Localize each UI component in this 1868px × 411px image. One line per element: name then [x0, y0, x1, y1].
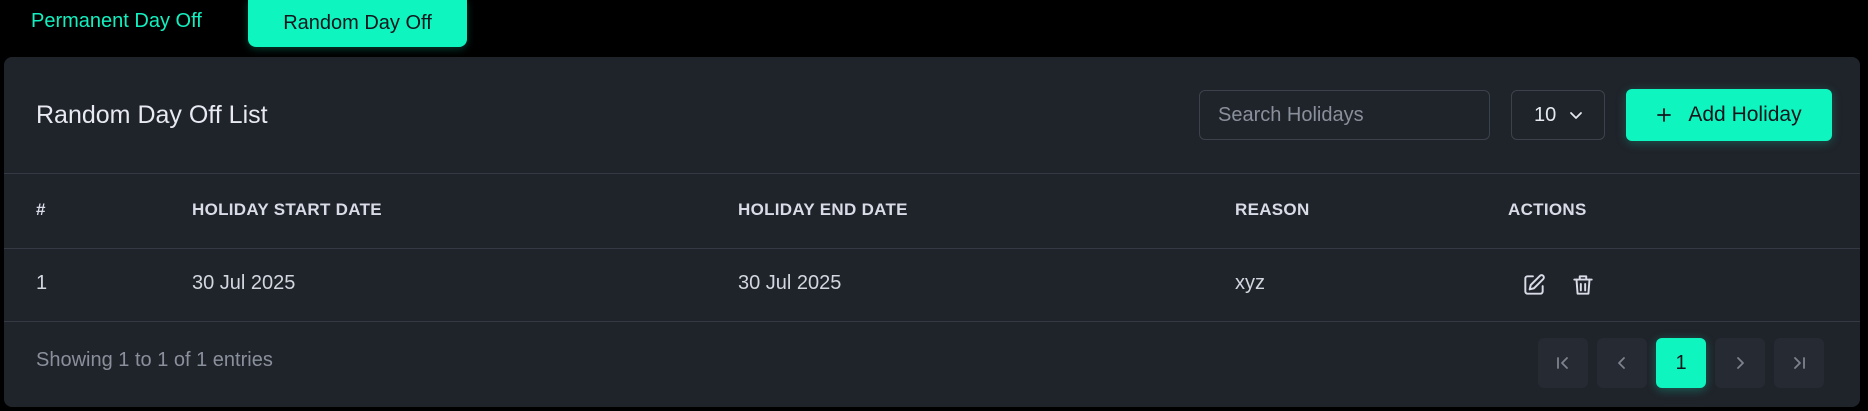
next-page-button[interactable] — [1715, 338, 1765, 388]
table-header-divider — [4, 248, 1860, 249]
trash-icon[interactable] — [1569, 271, 1597, 299]
random-day-off-card: Random Day Off List 10 Add Holiday # HOL… — [4, 57, 1860, 407]
chevron-down-icon — [1570, 112, 1583, 119]
card-title: Random Day Off List — [36, 101, 268, 129]
entries-summary: Showing 1 to 1 of 1 entries — [36, 349, 273, 371]
table-footer-divider — [4, 321, 1860, 322]
add-holiday-label: Add Holiday — [1688, 103, 1802, 126]
chevron-left-icon — [1618, 357, 1625, 369]
row-number: 1 — [36, 272, 48, 294]
column-header-start-date: HOLIDAY START DATE — [192, 200, 382, 219]
edit-icon[interactable] — [1520, 271, 1548, 299]
page-button-current[interactable]: 1 — [1656, 338, 1706, 388]
search-input[interactable] — [1199, 90, 1490, 140]
column-header-reason: REASON — [1235, 200, 1310, 219]
previous-page-button[interactable] — [1597, 338, 1647, 388]
row-reason: xyz — [1235, 272, 1265, 294]
tab-random-day-off[interactable]: Random Day Off — [248, 0, 467, 47]
page-size-select[interactable]: 10 — [1511, 90, 1605, 140]
last-page-button[interactable] — [1774, 338, 1824, 388]
chevron-right-icon — [1737, 357, 1744, 369]
column-header-number: # — [36, 200, 46, 219]
last-page-icon — [1794, 357, 1805, 369]
add-holiday-button[interactable]: Add Holiday — [1626, 89, 1832, 141]
header-divider — [4, 173, 1860, 174]
tab-permanent-day-off[interactable]: Permanent Day Off — [31, 10, 202, 33]
plus-icon — [1656, 107, 1672, 123]
page-size-value: 10 — [1534, 103, 1557, 126]
column-header-end-date: HOLIDAY END DATE — [738, 200, 908, 219]
first-page-icon — [1557, 357, 1568, 369]
first-page-button[interactable] — [1538, 338, 1588, 388]
column-header-actions: ACTIONS — [1508, 200, 1587, 219]
row-end-date: 30 Jul 2025 — [738, 272, 842, 294]
row-start-date: 30 Jul 2025 — [192, 272, 296, 294]
